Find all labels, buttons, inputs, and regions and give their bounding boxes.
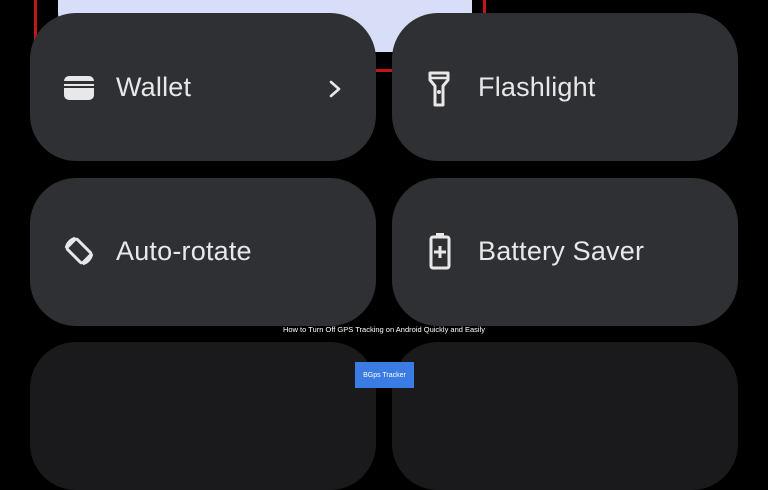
battery-saver-tile[interactable]: Battery Saver (392, 178, 738, 326)
battery-saver-icon (429, 233, 451, 270)
quick-settings-tile[interactable] (30, 342, 376, 490)
wallet-icon (64, 76, 94, 100)
quick-settings-tile[interactable] (392, 342, 738, 490)
auto-rotate-tile[interactable]: Auto-rotate (30, 178, 376, 326)
wallet-label: Wallet (116, 72, 192, 102)
wallet-tile[interactable]: Wallet (30, 13, 376, 161)
flashlight-label: Flashlight (478, 72, 596, 102)
brand-badge: BGps Tracker (355, 362, 414, 388)
auto-rotate-label: Auto-rotate (116, 236, 252, 266)
battery-saver-label: Battery Saver (478, 236, 645, 266)
auto-rotate-icon (64, 236, 94, 266)
flashlight-tile[interactable]: Flashlight (392, 13, 738, 161)
flashlight-icon (428, 71, 450, 107)
chevron-right-icon[interactable] (328, 79, 342, 99)
article-caption: How to Turn Off GPS Tracking on Android … (282, 325, 486, 334)
